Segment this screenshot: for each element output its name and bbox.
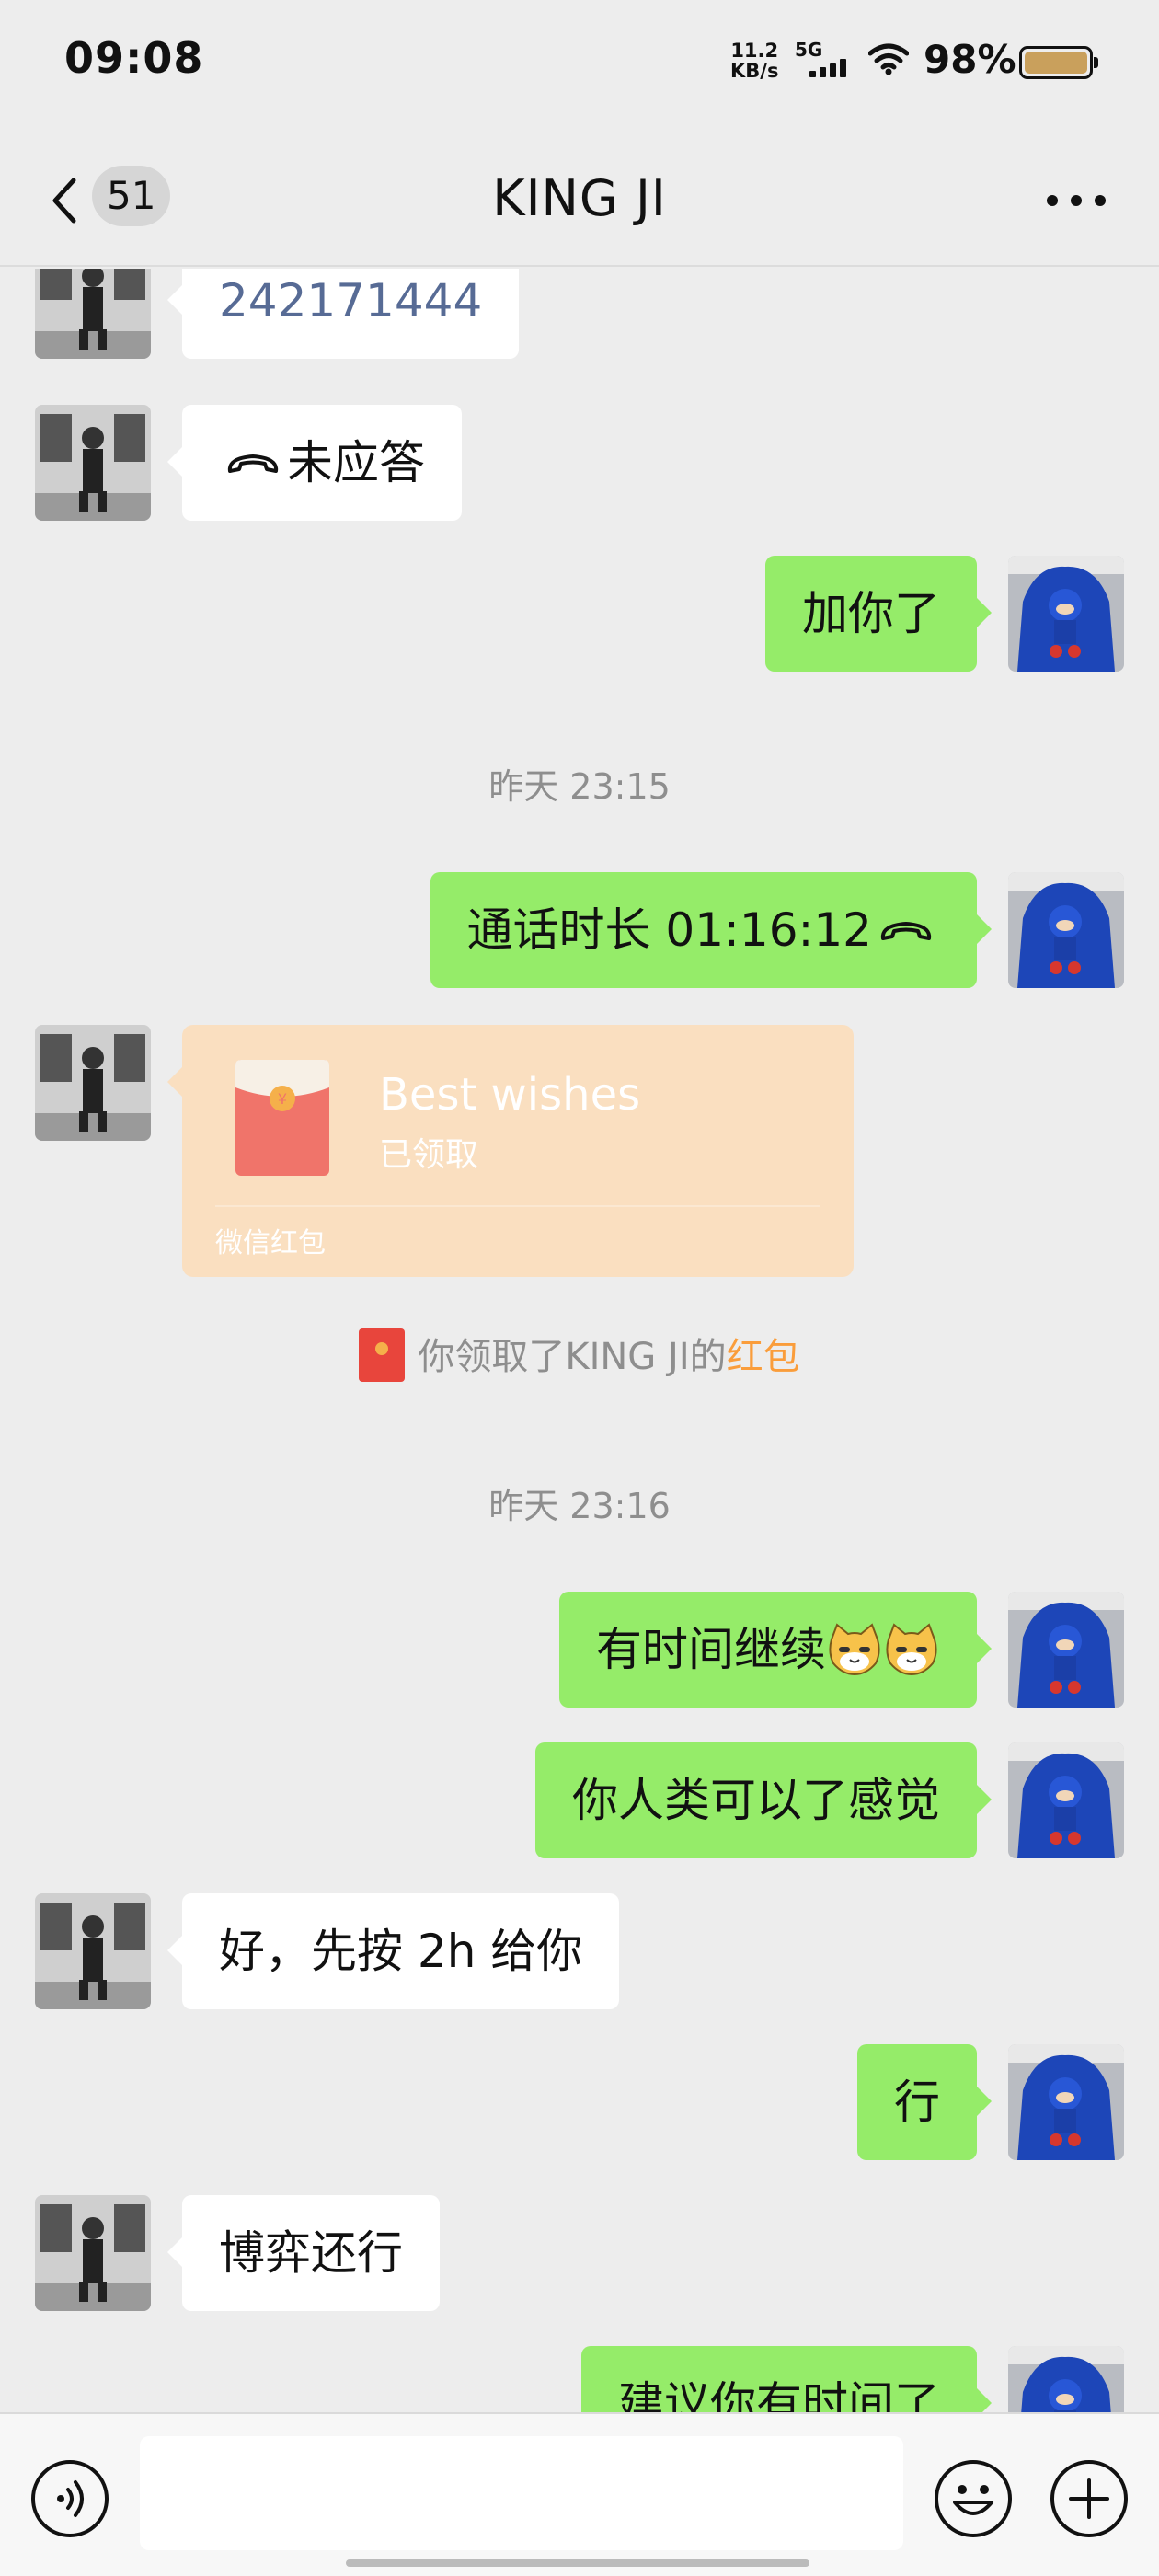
chat-header: 51 KING JI [0, 129, 1159, 267]
message-bubble[interactable]: 行 [857, 2044, 992, 2160]
time-divider: 昨天 23:16 [488, 1486, 671, 1526]
red-packet-divider [215, 1205, 820, 1207]
message-bubble[interactable]: 建议你有时间了 [581, 2346, 992, 2412]
battery-icon [1019, 46, 1098, 79]
message-list[interactable]: 242171444 未应答 加你了 昨天 23:15 通话时长 01:16:12 [0, 269, 1159, 2412]
svg-text:¥: ¥ [278, 1090, 287, 1108]
my-avatar[interactable] [1008, 2044, 1124, 2160]
more-icon[interactable] [1047, 195, 1106, 208]
message-bubble[interactable]: 有时间继续 [559, 1592, 992, 1708]
message-bubble[interactable]: 博弈还行 [167, 2195, 440, 2311]
my-avatar[interactable] [1008, 1592, 1124, 1708]
call-duration-bubble[interactable]: 通话时长 01:16:12 [430, 872, 993, 988]
chat-title: KING JI [492, 169, 667, 227]
system-message: 你领取了KING JI的红包 [0, 1327, 1159, 1386]
missed-call-label: 未应答 [287, 436, 425, 489]
my-avatar[interactable] [1008, 1742, 1124, 1858]
missed-call-bubble[interactable]: 未应答 [167, 405, 462, 521]
red-packet-footer: 微信红包 [215, 1227, 326, 1259]
network-speed-value: 11.2 [730, 40, 779, 62]
network-type-label: 5G [795, 39, 823, 61]
message-input[interactable] [140, 2436, 903, 2550]
cat-face-emoji [886, 1622, 937, 1675]
status-time: 09:08 [64, 33, 204, 83]
my-avatar[interactable] [1008, 556, 1124, 672]
home-indicator[interactable] [346, 2559, 809, 2567]
wifi-icon [868, 43, 909, 75]
voice-icon[interactable] [31, 2460, 109, 2537]
system-message-text: 你领取了KING JI的 [418, 1336, 727, 1378]
network-speed: 11.2 KB/s [730, 40, 778, 81]
message-bubble[interactable]: 你人类可以了感觉 [535, 1742, 992, 1858]
contact-avatar[interactable] [35, 1893, 151, 2009]
hangup-icon [880, 921, 932, 940]
time-divider: 昨天 23:15 [488, 766, 671, 807]
message-bubble[interactable]: 242171444 [166, 269, 520, 359]
contact-avatar[interactable] [35, 405, 151, 521]
status-bar: 09:08 11.2 KB/s 5G 98% [0, 0, 1159, 129]
message-bubble[interactable]: 加你了 [765, 556, 992, 672]
contact-avatar[interactable] [35, 1025, 151, 1141]
contact-avatar[interactable] [35, 2195, 151, 2311]
hangup-icon [227, 454, 279, 473]
red-packet-link[interactable]: 红包 [727, 1336, 800, 1378]
red-packet-card[interactable]: ¥ Best wishes 已领取 微信红包 [167, 1025, 854, 1277]
contact-avatar[interactable] [35, 269, 151, 359]
plus-icon[interactable] [1050, 2460, 1128, 2537]
battery-percent: 98% [924, 37, 1016, 82]
emoji-icon[interactable] [935, 2460, 1012, 2537]
signal-icon [809, 59, 852, 77]
red-envelope-icon [359, 1328, 406, 1382]
my-avatar[interactable] [1008, 872, 1124, 988]
message-bubble[interactable]: 好，先按 2h 给你 [166, 1893, 620, 2009]
red-packet-title: Best wishes [379, 1069, 641, 1121]
red-envelope-icon: ¥ [235, 1060, 329, 1176]
input-bar [0, 2412, 1159, 2576]
red-packet-status: 已领取 [379, 1136, 479, 1174]
message-text: 有时间继续 [596, 1623, 826, 1676]
my-avatar[interactable] [1008, 2346, 1124, 2412]
call-duration-label: 通话时长 01:16:12 [466, 903, 872, 957]
network-speed-unit: KB/s [730, 60, 779, 82]
cat-face-emoji [829, 1622, 880, 1675]
